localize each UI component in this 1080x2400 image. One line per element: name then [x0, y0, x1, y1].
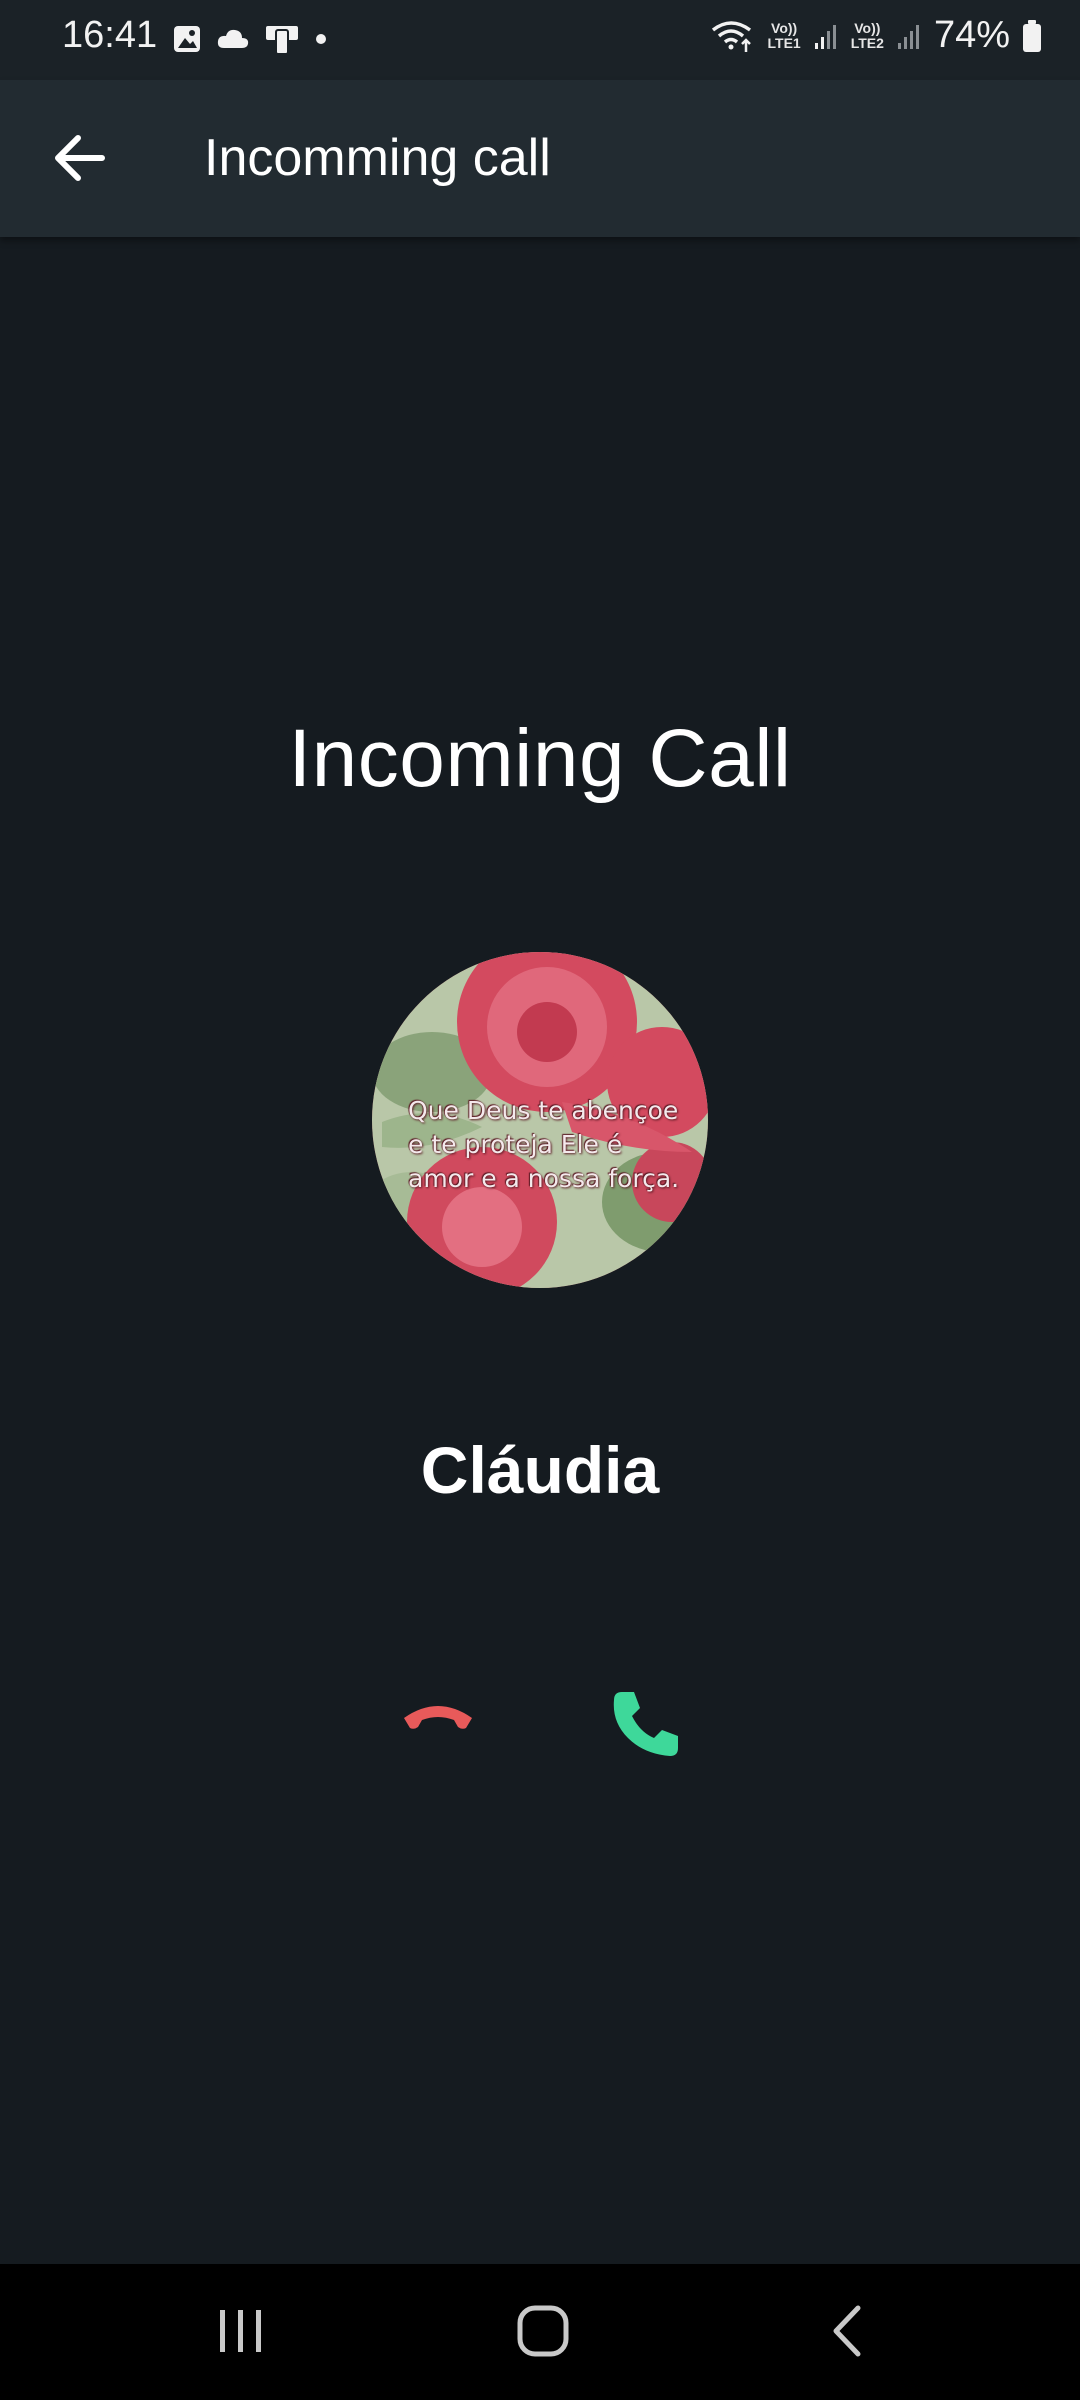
wifi-icon	[711, 20, 751, 52]
signal-icon	[814, 24, 836, 49]
caller-avatar: Que Deus te abençoe e te proteja Ele é a…	[372, 952, 708, 1288]
call-end-icon	[404, 1706, 472, 1729]
system-status: Vo)) LTE1 Vo)) LTE2 74%	[710, 14, 1042, 57]
battery-percent: 74%	[933, 14, 1010, 56]
status-bar: 16:41 Vo)) LTE1 Vo)) LTE2 74%	[0, 0, 1080, 80]
signal-icon	[897, 24, 919, 49]
sim1-indicator: Vo)) LTE1	[767, 19, 801, 51]
gallery-icon	[174, 26, 200, 52]
back-button[interactable]	[46, 124, 114, 192]
app-bar: Incomming call	[0, 80, 1080, 237]
dot-icon	[316, 34, 326, 44]
device-icon	[266, 26, 298, 55]
app-bar-title: Incomming call	[204, 129, 551, 187]
status-time: 16:41	[62, 14, 158, 56]
accept-call-button[interactable]	[608, 1686, 684, 1762]
caller-name: Cláudia	[420, 1433, 660, 1507]
recents-icon	[220, 2310, 261, 2352]
sim2-indicator: Vo)) LTE2	[850, 19, 884, 51]
avatar-caption: Que Deus te abençoe e te proteja Ele é a…	[408, 1096, 680, 1193]
navigation-bar	[0, 2264, 1080, 2400]
back-icon	[833, 2305, 861, 2357]
decline-call-button[interactable]	[398, 1690, 478, 1750]
cloud-icon	[217, 29, 249, 48]
system-back-button[interactable]	[826, 2304, 866, 2358]
phone-icon	[613, 1692, 678, 1756]
call-heading: Incoming Call	[288, 713, 792, 804]
recents-button[interactable]	[216, 2306, 266, 2356]
arrow-left-icon	[55, 135, 105, 181]
notification-icons	[172, 22, 328, 56]
battery-icon	[1023, 19, 1041, 52]
home-icon	[517, 2305, 569, 2357]
home-button[interactable]	[516, 2304, 570, 2358]
